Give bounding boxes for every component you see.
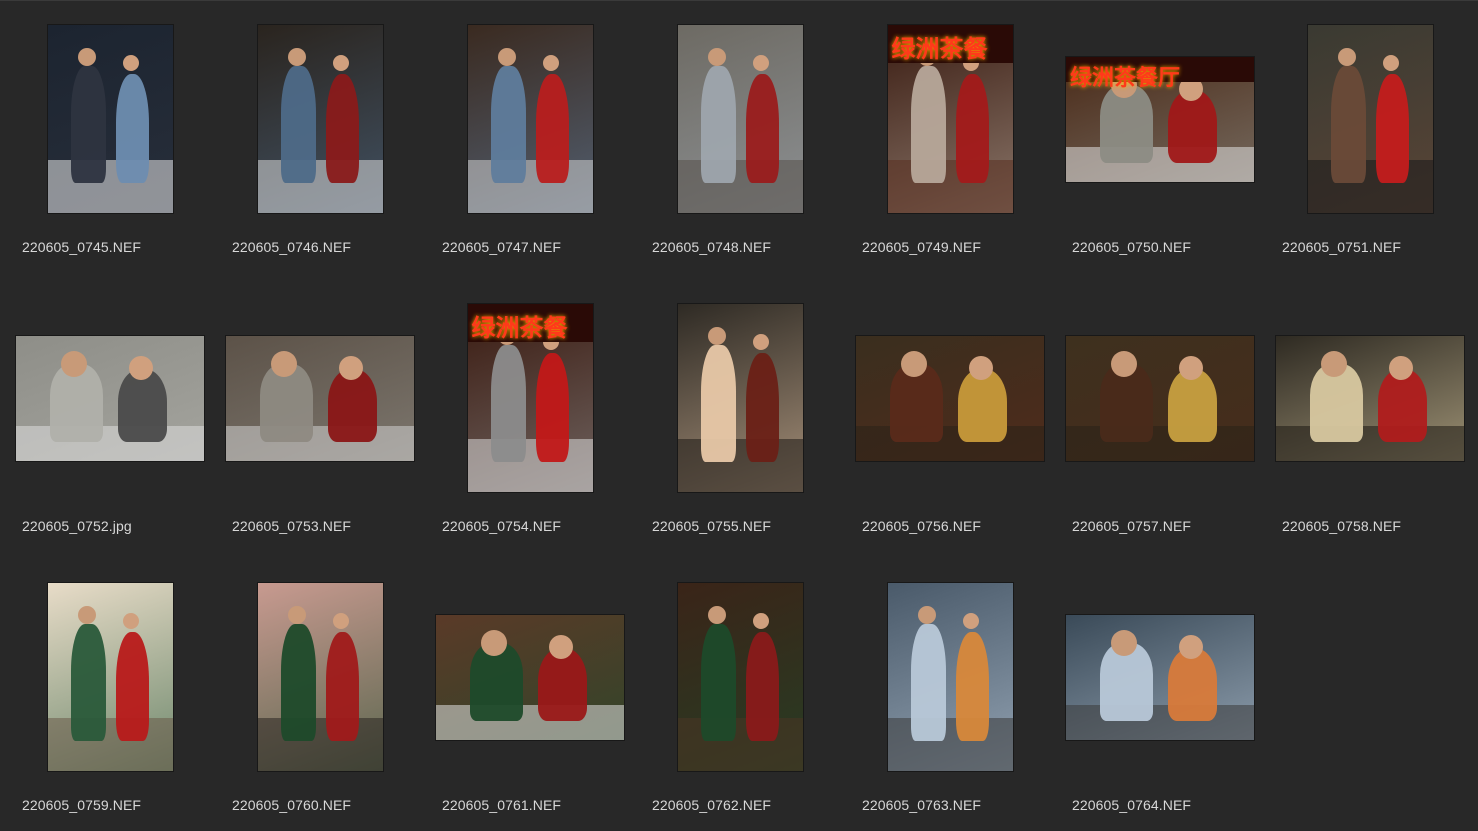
file-item[interactable]: 220605_0760.NEF (220, 563, 430, 831)
file-name-label: 220605_0747.NEF (442, 239, 562, 255)
photo-thumbnail[interactable] (436, 614, 624, 740)
file-name-label: 220605_0749.NEF (862, 239, 982, 255)
thumbnail-frame (222, 21, 418, 217)
file-item[interactable]: 220605_0756.NEF (850, 284, 1060, 554)
thumbnail-frame: 绿洲茶餐 (432, 300, 628, 496)
thumbnail-frame (432, 21, 628, 217)
file-name-label: 220605_0755.NEF (652, 518, 772, 534)
file-name-label: 220605_0758.NEF (1282, 518, 1402, 534)
file-item[interactable]: 220605_0758.NEF (1270, 284, 1478, 554)
file-name-label: 220605_0751.NEF (1282, 239, 1402, 255)
neon-sign-text: 绿洲茶餐厅 (1070, 65, 1181, 91)
file-item[interactable]: 220605_0757.NEF (1060, 284, 1270, 554)
thumbnail-frame (852, 579, 1048, 775)
photo-thumbnail[interactable] (47, 25, 173, 213)
file-name-label: 220605_0761.NEF (442, 797, 562, 813)
photo-thumbnail[interactable] (16, 335, 204, 461)
photo-thumbnail[interactable] (1307, 25, 1433, 213)
file-name-label: 220605_0759.NEF (22, 797, 142, 813)
photo-thumbnail[interactable] (257, 583, 383, 771)
photo-thumbnail[interactable] (677, 304, 803, 492)
thumbnail-frame (1272, 21, 1468, 217)
thumbnail-frame: 绿洲茶餐 (852, 21, 1048, 217)
thumbnail-frame (642, 21, 838, 217)
thumbnail-frame (1062, 300, 1258, 496)
file-name-label: 220605_0745.NEF (22, 239, 142, 255)
thumbnail-frame (222, 300, 418, 496)
file-browser-window: 220605_0745.NEF 220605_0746.NEF 220605_074… (0, 0, 1478, 831)
file-name-label: 220605_0763.NEF (862, 797, 982, 813)
thumbnail-frame (12, 21, 208, 217)
file-name-label: 220605_0750.NEF (1072, 239, 1192, 255)
file-item[interactable]: 220605_0752.jpg (10, 284, 220, 554)
file-name-label: 220605_0764.NEF (1072, 797, 1192, 813)
file-name-label: 220605_0754.NEF (442, 518, 562, 534)
thumbnail-frame (1272, 300, 1468, 496)
thumbnail-frame (852, 300, 1048, 496)
file-item[interactable]: 绿洲茶餐厅 220605_0750.NEF (1060, 5, 1270, 275)
photo-thumbnail[interactable] (856, 335, 1044, 461)
thumbnail-frame (12, 579, 208, 775)
file-name-label: 220605_0752.jpg (22, 518, 132, 534)
file-item[interactable]: 220605_0745.NEF (10, 5, 220, 275)
photo-thumbnail[interactable] (226, 335, 414, 461)
photo-thumbnail[interactable] (887, 583, 1013, 771)
file-name-label: 220605_0756.NEF (862, 518, 982, 534)
file-item[interactable]: 绿洲茶餐 220605_0754.NEF (430, 284, 640, 554)
file-item[interactable]: 220605_0753.NEF (220, 284, 430, 554)
photo-thumbnail[interactable]: 绿洲茶餐厅 (1066, 56, 1254, 182)
photo-thumbnail[interactable] (677, 583, 803, 771)
thumbnail-frame (12, 300, 208, 496)
thumbnail-frame (432, 579, 628, 775)
thumbnail-frame (1062, 579, 1258, 775)
thumbnail-frame (642, 579, 838, 775)
file-item[interactable]: 220605_0762.NEF (640, 563, 850, 831)
photo-thumbnail[interactable] (467, 25, 593, 213)
file-item[interactable]: 220605_0747.NEF (430, 5, 640, 275)
photo-thumbnail[interactable] (1066, 614, 1254, 740)
thumbnail-frame (642, 300, 838, 496)
photo-thumbnail[interactable] (47, 583, 173, 771)
file-name-label: 220605_0753.NEF (232, 518, 352, 534)
photo-thumbnail[interactable] (677, 25, 803, 213)
file-name-label: 220605_0762.NEF (652, 797, 772, 813)
file-item[interactable]: 220605_0764.NEF (1060, 563, 1270, 831)
file-name-label: 220605_0760.NEF (232, 797, 352, 813)
file-item[interactable]: 220605_0746.NEF (220, 5, 430, 275)
neon-sign-text: 绿洲茶餐 (471, 314, 568, 342)
file-item[interactable]: 220605_0763.NEF (850, 563, 1060, 831)
file-name-label: 220605_0757.NEF (1072, 518, 1192, 534)
file-name-label: 220605_0746.NEF (232, 239, 352, 255)
photo-thumbnail[interactable]: 绿洲茶餐 (887, 25, 1013, 213)
photo-thumbnail[interactable] (257, 25, 383, 213)
neon-sign-text: 绿洲茶餐 (891, 35, 988, 63)
thumbnail-grid: 220605_0745.NEF 220605_0746.NEF 220605_074… (0, 0, 1478, 831)
photo-thumbnail[interactable] (1066, 335, 1254, 461)
file-item[interactable]: 220605_0759.NEF (10, 563, 220, 831)
thumbnail-frame (222, 579, 418, 775)
thumbnail-frame: 绿洲茶餐厅 (1062, 21, 1258, 217)
file-item[interactable]: 220605_0761.NEF (430, 563, 640, 831)
file-item[interactable]: 绿洲茶餐 220605_0749.NEF (850, 5, 1060, 275)
file-name-label: 220605_0748.NEF (652, 239, 772, 255)
photo-thumbnail[interactable] (1276, 335, 1464, 461)
file-item[interactable]: 220605_0755.NEF (640, 284, 850, 554)
file-item[interactable]: 220605_0751.NEF (1270, 5, 1478, 275)
file-item[interactable]: 220605_0748.NEF (640, 5, 850, 275)
photo-thumbnail[interactable]: 绿洲茶餐 (467, 304, 593, 492)
